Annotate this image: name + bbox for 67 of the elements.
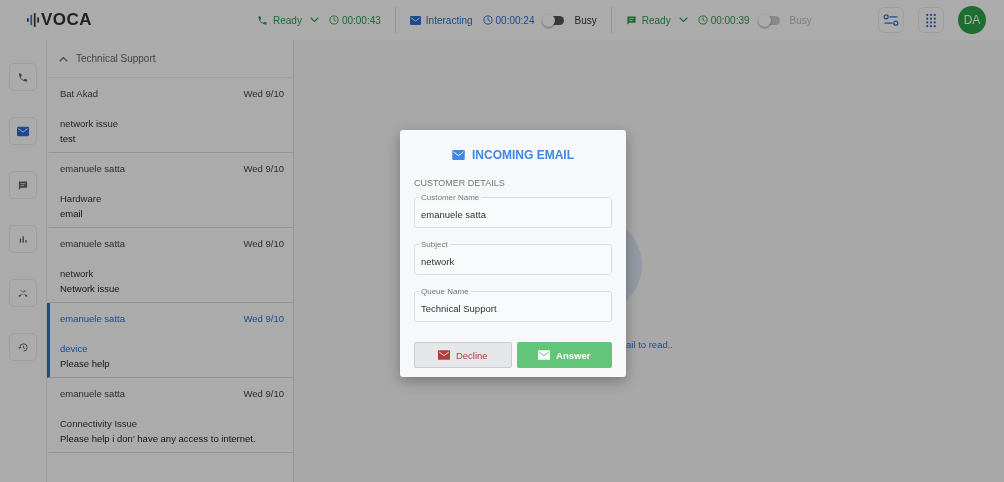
decline-button[interactable]: Decline <box>414 342 512 368</box>
email-list-item[interactable]: emanuele satta Wed 9/10 device Please help <box>47 303 293 378</box>
email-preview: Network issue <box>60 283 121 294</box>
email-preview: Please help <box>60 358 111 369</box>
chevron-down-icon <box>309 17 319 23</box>
email-date: Wed 9/10 <box>243 163 284 176</box>
chevron-down-icon <box>678 17 688 23</box>
sender-name: emanuele satta <box>60 238 125 251</box>
email-date: Wed 9/10 <box>243 238 284 251</box>
email-subject: Connectivity Issue <box>60 418 139 431</box>
dialpad-icon <box>925 12 937 28</box>
missed-call-icon <box>17 287 29 299</box>
sender-name: emanuele satta <box>60 388 125 401</box>
chat-icon <box>17 179 29 191</box>
email-list-item[interactable]: emanuele satta Wed 9/10 Connectivity Issue Please help i don' have any access to internet. <box>47 378 293 453</box>
email-date: Wed 9/10 <box>243 88 284 101</box>
logo: VOCA <box>41 10 93 30</box>
sender-name: emanuele satta <box>60 163 125 176</box>
sender-name: emanuele satta <box>60 313 125 326</box>
busy-toggle[interactable] <box>544 15 565 25</box>
email-date: Wed 9/10 <box>243 313 284 326</box>
status-dropdown[interactable]: Interacting <box>409 14 473 26</box>
email-subject: device <box>60 343 89 356</box>
section-label: CUSTOMER DETAILS <box>414 178 506 188</box>
email-date: Wed 9/10 <box>243 388 284 401</box>
email-icon <box>409 14 421 26</box>
clock-icon <box>482 15 493 25</box>
clock-icon <box>328 15 339 25</box>
bar-chart-icon <box>17 233 29 245</box>
nav-button[interactable] <box>9 117 37 145</box>
clock-icon <box>697 15 708 25</box>
nav-button[interactable] <box>9 63 37 91</box>
nav-button[interactable] <box>9 171 37 199</box>
text-field[interactable]: Queue Name Technical Support <box>414 291 612 322</box>
nav-button[interactable] <box>9 333 37 361</box>
text-field[interactable]: Subject network <box>414 244 612 275</box>
sliders-icon <box>883 13 899 27</box>
phone-icon <box>257 14 268 26</box>
phone-icon <box>17 71 29 83</box>
history-icon <box>17 341 29 353</box>
email-subject: Hardware <box>60 193 103 206</box>
email-preview: test <box>60 133 77 144</box>
busy-label: Busy <box>574 14 597 26</box>
empty-hint: ail to read.. <box>626 339 673 350</box>
nav-button[interactable] <box>9 225 37 253</box>
email-subject: network issue <box>60 118 120 131</box>
chat-icon <box>625 14 637 26</box>
timer: 00:00:24 <box>482 14 535 26</box>
email-preview: email <box>60 208 84 219</box>
email-preview: Please help i don' have any access to internet. <box>60 433 257 444</box>
email-list-item[interactable]: emanuele satta Wed 9/10 Hardware email <box>47 153 293 228</box>
logo-icon <box>27 13 39 27</box>
email-icon <box>437 350 450 360</box>
timer: 00:00:39 <box>697 14 750 26</box>
email-icon <box>538 350 551 360</box>
chevron-icon <box>59 55 68 62</box>
filter-button[interactable] <box>878 7 904 33</box>
dialpad-button[interactable] <box>918 7 944 33</box>
email-subject: network <box>60 268 95 281</box>
email-icon <box>452 150 465 160</box>
sender-name: Bat Akad <box>60 88 99 101</box>
email-list-item[interactable]: emanuele satta Wed 9/10 network Network issue <box>47 228 293 303</box>
timer: 00:00:43 <box>328 14 381 26</box>
email-list-item[interactable]: Bat Akad Wed 9/10 network issue test <box>47 78 293 153</box>
dialog-title: INCOMING EMAIL <box>472 148 574 162</box>
text-field[interactable]: Customer Name emanuele satta <box>414 197 612 228</box>
email-icon <box>17 125 29 137</box>
